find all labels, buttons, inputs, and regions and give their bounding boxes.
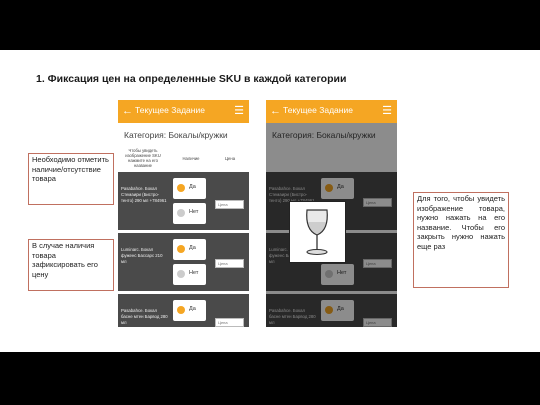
option-label-yes: Да (189, 245, 196, 251)
product-name-link[interactable]: Pasabahce. Бокал Стемаири (Бистро-тенто)… (121, 186, 169, 204)
presence-yes-option[interactable]: Да (173, 239, 206, 260)
phone-screen-task: ← Текущее Задание ☰ Категория: Бокалы/кр… (118, 100, 249, 327)
callout-view-image: Для того, чтобы увидеть изображение това… (413, 192, 509, 288)
product-name-link[interactable]: Pasabahce. Бокал басне мтен Барвод 280 м… (121, 308, 169, 326)
price-input[interactable]: Цена (215, 318, 244, 327)
option-label-yes: Да (189, 184, 196, 190)
category-title: Категория: Бокалы/кружки (124, 130, 228, 140)
app-bar: ← Текущее Задание ☰ (266, 100, 397, 123)
callout-mark-presence: Необходимо отметить наличие/отсутствие т… (28, 153, 114, 205)
app-bar-title: Текущее Задание (283, 105, 353, 115)
radio-unselected-icon (177, 209, 185, 217)
app-bar: ← Текущее Задание ☰ (118, 100, 249, 123)
app-bar-title: Текущее Задание (135, 105, 205, 115)
price-input[interactable]: Цена (215, 259, 244, 268)
radio-selected-icon (177, 306, 185, 314)
wine-glass-icon (306, 209, 328, 256)
option-label-yes: Да (189, 306, 196, 312)
back-arrow-icon[interactable]: ← (122, 104, 133, 118)
menu-icon[interactable]: ☰ (382, 104, 392, 118)
column-header-presence: Наличие (182, 156, 200, 161)
product-row: Pasabahce. Бокал басне мтен Барвод 280 м… (118, 294, 249, 327)
radio-selected-icon (177, 184, 185, 192)
option-label-no: Нет (189, 209, 199, 215)
presence-yes-option[interactable]: Да (173, 300, 206, 321)
product-row: Pasabahce. Бокал Стемаири (Бистро-тенто)… (118, 172, 249, 230)
presence-no-option[interactable]: Нет (173, 203, 206, 224)
back-arrow-icon[interactable]: ← (270, 104, 281, 118)
presence-no-option[interactable]: Нет (173, 264, 206, 285)
radio-unselected-icon (177, 270, 185, 278)
menu-icon[interactable]: ☰ (234, 104, 244, 118)
product-name-link[interactable]: Luminarc. Бокал фуженс Бассарс 210 мл (121, 247, 169, 265)
option-label-no: Нет (189, 270, 199, 276)
presence-yes-option[interactable]: Да (173, 178, 206, 199)
slide-title: 1. Фиксация цен на определенные SKU в ка… (36, 73, 347, 85)
product-image-popup[interactable] (289, 201, 346, 263)
radio-selected-icon (177, 245, 185, 253)
callout-record-price: В случае наличия товара зафиксировать ег… (28, 239, 114, 291)
slide: 1. Фиксация цен на определенные SKU в ка… (0, 50, 540, 352)
product-row: Luminarc. Бокал фуженс Бассарс 210 мл Да… (118, 233, 249, 291)
phone-screen-image-preview: ← Текущее Задание ☰ Категория: Бокалы/кр… (266, 100, 397, 327)
column-header-price: Цена (224, 156, 236, 161)
column-header-image-hint: Чтобы увидеть изображение SKU нажмите на… (125, 148, 161, 168)
price-input[interactable]: Цена (215, 200, 244, 209)
